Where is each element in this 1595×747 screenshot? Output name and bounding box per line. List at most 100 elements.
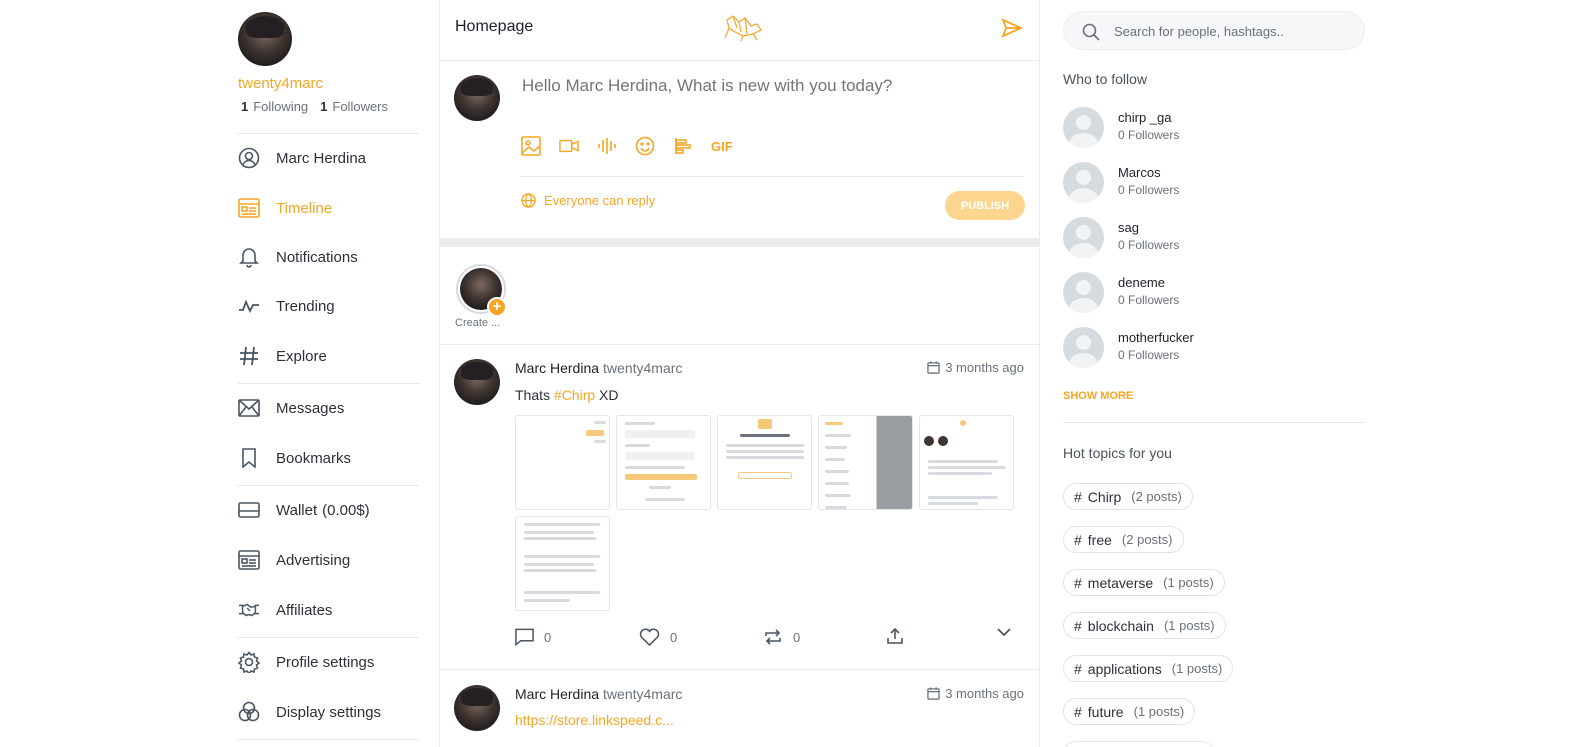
nav-label: Notifications — [276, 248, 358, 266]
post-actions: 0 0 0 — [515, 628, 1025, 650]
hot-topics-title: Hot topics for you — [1063, 445, 1172, 461]
heart-icon — [639, 628, 660, 646]
search-input[interactable] — [1114, 21, 1354, 41]
page-title: Homepage — [455, 18, 534, 35]
stories-bar: + Create ... — [440, 247, 1039, 345]
following-label[interactable]: Following — [253, 99, 308, 114]
suggestion-followers: 0 Followers — [1118, 183, 1180, 197]
nav-item-profile[interactable]: Marc Herdina — [238, 143, 419, 173]
post-media-thumbnail[interactable] — [616, 415, 711, 510]
divider — [238, 133, 419, 134]
suggestion-name: sag — [1118, 220, 1139, 235]
like-button[interactable]: 0 — [639, 628, 677, 646]
reply-setting[interactable]: Everyone can reply — [521, 193, 655, 208]
nav-item-trending[interactable]: Trending — [238, 291, 419, 321]
post-avatar[interactable] — [454, 685, 500, 731]
emoji-icon[interactable] — [635, 136, 655, 156]
create-story-label: Create ... — [455, 317, 501, 329]
share-button[interactable] — [887, 628, 913, 644]
topic-count: (1 posts) — [1163, 575, 1214, 590]
reply-button[interactable]: 0 — [515, 628, 551, 646]
followers-label[interactable]: Followers — [332, 99, 388, 114]
post-author[interactable]: Marc Herdina twenty4marc — [515, 686, 682, 702]
nav-item-timeline[interactable]: Timeline — [238, 193, 419, 223]
nav-label: Bookmarks — [276, 449, 352, 467]
user-circle-icon — [238, 147, 260, 169]
post-link[interactable]: https://store.linkspeed.c... — [515, 712, 674, 728]
post-avatar[interactable] — [454, 359, 500, 405]
author-handle: twenty4marc — [603, 686, 683, 702]
poll-icon[interactable] — [673, 136, 693, 156]
credit-card-icon — [238, 499, 260, 521]
topic-chip[interactable]: # future (1 posts) — [1063, 698, 1196, 725]
topic-tag: metaverse — [1087, 574, 1154, 591]
post-author[interactable]: Marc Herdina twenty4marc — [515, 360, 682, 376]
nav-item-profile-settings[interactable]: Profile settings — [238, 647, 419, 677]
activity-icon — [238, 295, 260, 317]
post-media-thumbnail[interactable] — [515, 516, 610, 611]
hashtag-icon: # — [1074, 617, 1082, 634]
post-media-grid — [515, 415, 1015, 611]
who-to-follow-title: Who to follow — [1063, 71, 1148, 87]
follow-suggestion[interactable]: deneme 0 Followers — [1063, 272, 1363, 314]
nav-item-advertising[interactable]: Advertising — [238, 545, 419, 575]
suggestion-followers: 0 Followers — [1118, 128, 1180, 142]
handshake-icon — [238, 599, 260, 621]
repost-button[interactable]: 0 — [763, 628, 800, 646]
right-sidebar: Who to follow chirp _ga 0 Followers Marc… — [1063, 0, 1365, 747]
nav-item-wallet[interactable]: Wallet (0.00$) — [238, 495, 419, 525]
topic-chip[interactable] — [1063, 741, 1215, 747]
post-media-thumbnail[interactable] — [515, 415, 610, 510]
hashtag-icon: # — [1074, 660, 1082, 677]
logo-bird-icon — [724, 15, 762, 42]
plus-icon[interactable]: + — [487, 297, 507, 317]
calendar-icon — [927, 687, 940, 700]
hashtag-icon: # — [1074, 574, 1082, 591]
topic-chip[interactable]: # blockchain (1 posts) — [1063, 612, 1226, 639]
nav-label: Explore — [276, 347, 327, 365]
nav-item-messages[interactable]: Messages — [238, 393, 419, 423]
topic-count: (1 posts) — [1171, 661, 1223, 676]
topic-chip[interactable]: # free (2 posts) — [1063, 526, 1184, 553]
follow-suggestion[interactable]: Marcos 0 Followers — [1063, 162, 1363, 204]
gif-button[interactable]: GIF — [711, 136, 733, 156]
image-icon[interactable] — [521, 136, 541, 156]
topic-chip[interactable]: # applications (1 posts) — [1063, 655, 1234, 682]
follow-suggestion[interactable]: sag 0 Followers — [1063, 217, 1363, 259]
topic-chip[interactable]: # metaverse (1 posts) — [1063, 569, 1225, 596]
left-sidebar: twenty4marc 1 Following 1 Followers Marc He… — [238, 0, 419, 747]
nav-item-display-settings[interactable]: Display settings — [238, 697, 419, 727]
followers-count[interactable]: 1 — [320, 99, 327, 114]
post-media-thumbnail[interactable] — [818, 415, 913, 510]
suggestion-name: motherfucker — [1118, 330, 1194, 345]
hashtag-icon — [238, 345, 260, 367]
nav-item-bookmarks[interactable]: Bookmarks — [238, 443, 419, 473]
post-menu-button[interactable] — [997, 628, 1021, 637]
repost-icon — [765, 629, 781, 645]
follow-suggestion[interactable]: chirp _ga 0 Followers — [1063, 107, 1363, 149]
nav-label: Display settings — [276, 703, 382, 721]
show-more-link[interactable]: SHOW MORE — [1063, 390, 1133, 402]
profile-avatar[interactable] — [238, 12, 292, 66]
post-media-thumbnail[interactable] — [717, 415, 812, 510]
publish-button[interactable]: PUBLISH — [945, 191, 1025, 220]
follow-suggestion[interactable]: motherfucker 0 Followers — [1063, 327, 1363, 369]
video-icon[interactable] — [559, 136, 579, 156]
audio-wave-icon[interactable] — [597, 136, 617, 156]
comment-icon — [515, 628, 534, 646]
nav-item-explore[interactable]: Explore — [238, 341, 419, 371]
topic-chip[interactable]: # Chirp (2 posts) — [1063, 483, 1193, 510]
composer-tools: GIF — [521, 136, 733, 156]
composer-input[interactable] — [522, 76, 1022, 96]
following-count[interactable]: 1 — [241, 99, 248, 114]
send-icon[interactable] — [1001, 17, 1023, 39]
post-media-thumbnail[interactable] — [919, 415, 1014, 510]
wallet-balance: (0.00$) — [322, 501, 370, 519]
nav-item-affiliates[interactable]: Affiliates — [238, 595, 419, 625]
profile-username[interactable]: twenty4marc — [238, 75, 323, 92]
bookmark-icon — [238, 447, 260, 469]
nav-item-notifications[interactable]: Notifications — [238, 242, 419, 272]
bell-icon — [238, 246, 260, 268]
post-hashtag[interactable]: #Chirp — [554, 387, 595, 403]
main-feed: Homepage GIF Everyone can reply PUBLISH … — [439, 0, 1040, 747]
